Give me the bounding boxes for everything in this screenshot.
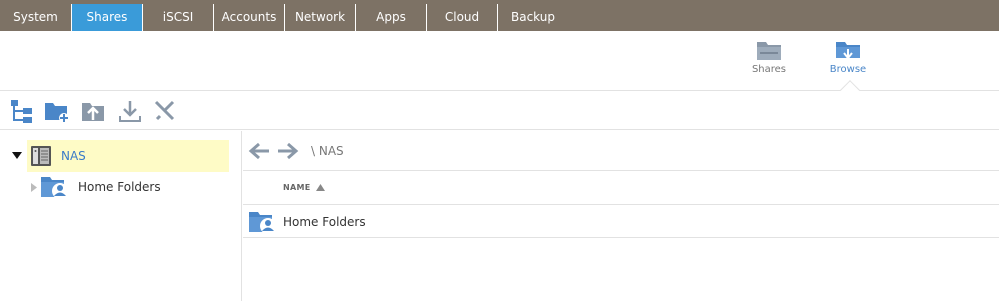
forward-arrow-icon[interactable] — [277, 142, 299, 160]
home-folder-icon — [41, 177, 68, 199]
folder-tree: NAS Home Folders — [0, 131, 242, 301]
path-bar: \ NAS — [243, 131, 999, 171]
home-folder-icon — [249, 212, 276, 234]
file-row[interactable]: Home Folders — [243, 205, 999, 238]
current-path: \ NAS — [311, 144, 344, 158]
upload-icon[interactable] — [81, 98, 107, 124]
tree-item-home-folders[interactable]: Home Folders — [40, 171, 230, 203]
expand-down-icon[interactable] — [12, 152, 22, 160]
tree-view-icon[interactable] — [9, 98, 35, 124]
tree-item-nas[interactable]: NAS — [27, 140, 229, 172]
delete-icon[interactable] — [152, 98, 178, 124]
tab-network[interactable]: Network — [284, 4, 355, 31]
shares-folder-icon — [757, 42, 781, 60]
browse-view-button[interactable]: Browse — [818, 39, 878, 85]
nas-device-icon — [31, 146, 51, 166]
name-column-label: NAME — [283, 183, 311, 192]
shares-view-button[interactable]: Shares — [739, 39, 799, 85]
name-column-header[interactable]: NAME — [283, 183, 325, 192]
tree-item-home-folders-label: Home Folders — [78, 180, 161, 194]
shares-view-label: Shares — [751, 64, 787, 75]
browse-folder-icon — [836, 42, 860, 60]
file-list-header: NAME — [243, 171, 999, 205]
new-folder-icon[interactable] — [44, 98, 70, 124]
download-icon[interactable] — [117, 98, 143, 124]
tab-cloud[interactable]: Cloud — [426, 4, 497, 31]
browse-view-label: Browse — [829, 64, 867, 75]
tab-system[interactable]: System — [0, 4, 71, 31]
file-name: Home Folders — [283, 215, 366, 229]
tree-item-nas-label: NAS — [61, 149, 86, 163]
tab-shares[interactable]: Shares — [71, 4, 142, 31]
back-arrow-icon[interactable] — [248, 142, 270, 160]
tab-backup[interactable]: Backup — [497, 4, 568, 31]
tab-iscsi[interactable]: iSCSI — [142, 4, 213, 31]
main-nav: System Shares iSCSI Accounts Network App… — [0, 0, 999, 31]
sort-ascending-icon — [315, 184, 325, 191]
collapsed-arrow-icon[interactable] — [31, 183, 37, 192]
tab-accounts[interactable]: Accounts — [213, 4, 284, 31]
file-toolbar — [0, 92, 999, 130]
tab-apps[interactable]: Apps — [355, 4, 426, 31]
